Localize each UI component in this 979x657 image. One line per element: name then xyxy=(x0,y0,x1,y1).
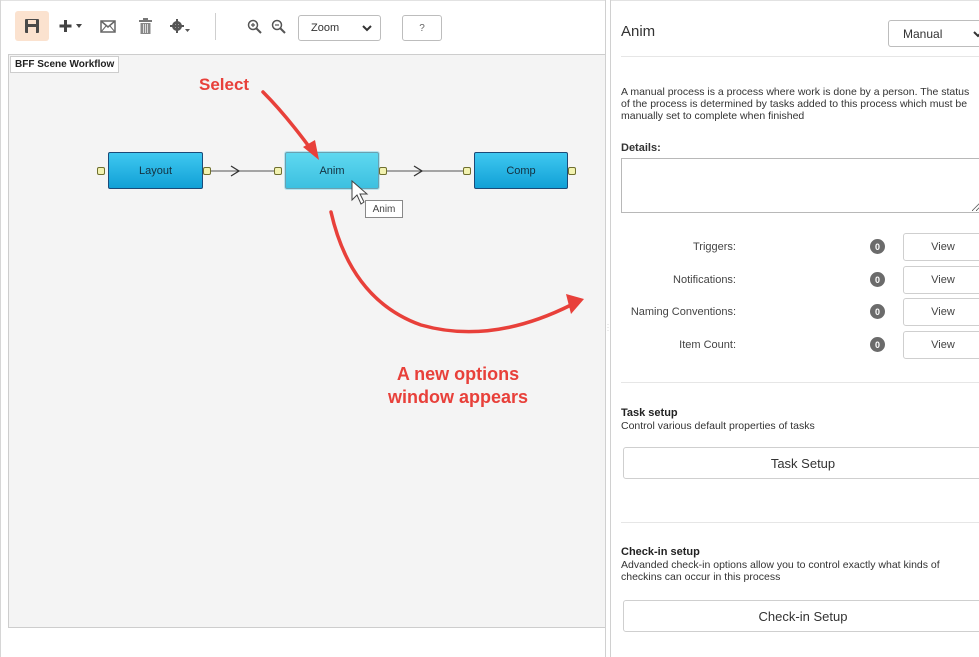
annotation-select: Select xyxy=(199,75,250,94)
task-setup-title: Task setup xyxy=(621,407,678,419)
property-row-notifications: Notifications: 0 View xyxy=(611,266,979,294)
workflow-canvas[interactable]: BFF Scene Workflow Layout Anim Comp xyxy=(8,54,606,628)
count-badge: 0 xyxy=(870,304,885,319)
process-name: Anim xyxy=(621,23,656,40)
property-row-item-count: Item Count: 0 View xyxy=(611,331,979,359)
process-type-select[interactable]: Manual xyxy=(888,20,979,47)
process-type-value: Manual xyxy=(903,26,943,41)
annotation-new-window: A new options window appears xyxy=(373,363,543,409)
zoom-out-button[interactable] xyxy=(268,14,288,38)
zoom-in-icon xyxy=(247,19,262,34)
process-description: A manual process is a process where work… xyxy=(621,86,970,122)
input-port[interactable] xyxy=(97,167,105,175)
divider xyxy=(621,56,979,57)
settings-button[interactable] xyxy=(167,14,193,38)
zoom-in-button[interactable] xyxy=(244,14,264,38)
property-label: Item Count: xyxy=(679,339,736,351)
view-triggers-button[interactable]: View xyxy=(903,233,979,261)
trash-icon xyxy=(138,18,152,34)
count-badge: 0 xyxy=(870,239,885,254)
envelope-icon xyxy=(100,19,116,33)
property-row-triggers: Triggers: 0 View xyxy=(611,233,979,261)
output-port[interactable] xyxy=(379,167,387,175)
count-badge: 0 xyxy=(870,272,885,287)
node-comp[interactable]: Comp xyxy=(474,152,568,189)
output-port[interactable] xyxy=(203,167,211,175)
checkin-setup-description: Advanded check-in options allow you to c… xyxy=(621,559,940,583)
output-port[interactable] xyxy=(568,167,576,175)
property-label: Naming Conventions: xyxy=(630,306,736,318)
properties-pane: Anim Manual A manual process is a proces… xyxy=(611,0,979,657)
annotation-line: window appears xyxy=(387,387,529,407)
property-label: Notifications: xyxy=(673,274,736,286)
divider xyxy=(621,382,979,383)
node-tooltip: Anim xyxy=(365,200,403,218)
node-anim[interactable]: Anim xyxy=(285,152,379,189)
annotation-line: A new options xyxy=(396,364,520,384)
workflow-toolbar: Zoom ? xyxy=(1,0,606,54)
zoom-out-icon xyxy=(271,19,286,34)
help-button[interactable]: ? xyxy=(402,15,442,41)
zoom-select[interactable]: Zoom xyxy=(298,15,381,41)
details-field[interactable] xyxy=(621,158,979,213)
view-notifications-button[interactable]: View xyxy=(903,266,979,294)
toolbar-divider xyxy=(215,13,216,40)
add-button[interactable] xyxy=(57,14,87,38)
task-setup-description: Control various default properties of ta… xyxy=(621,420,815,432)
property-label: Triggers: xyxy=(693,241,736,253)
delete-button[interactable] xyxy=(134,14,156,38)
divider xyxy=(621,522,979,523)
task-setup-button[interactable]: Task Setup xyxy=(623,447,979,479)
details-label: Details: xyxy=(621,142,661,154)
gear-icon xyxy=(170,19,190,33)
node-label: Comp xyxy=(506,164,536,177)
node-label: Layout xyxy=(138,164,173,177)
save-button[interactable] xyxy=(15,11,49,41)
splitter-grip-icon: · · · xyxy=(607,322,609,334)
connections-layer xyxy=(210,165,463,177)
zoom-select-value: Zoom xyxy=(311,22,340,34)
view-naming-conventions-button[interactable]: View xyxy=(903,298,979,326)
chevron-down-icon xyxy=(973,31,979,38)
chevron-down-icon xyxy=(362,25,372,32)
node-layout[interactable]: Layout xyxy=(108,152,203,189)
checkin-setup-title: Check-in setup xyxy=(621,546,700,558)
view-item-count-button[interactable]: View xyxy=(903,331,979,359)
checkin-setup-button[interactable]: Check-in Setup xyxy=(623,600,979,632)
property-row-naming-conventions: Naming Conventions: 0 View xyxy=(611,298,979,326)
save-icon xyxy=(25,19,39,33)
node-label: Anim xyxy=(319,164,345,177)
count-badge: 0 xyxy=(870,337,885,352)
input-port[interactable] xyxy=(463,167,471,175)
input-port[interactable] xyxy=(274,167,282,175)
mail-button[interactable] xyxy=(95,14,121,38)
add-icon xyxy=(59,20,82,32)
workflow-pane: Zoom ? BFF Scene Workflow Layout Anim Co… xyxy=(0,0,606,657)
